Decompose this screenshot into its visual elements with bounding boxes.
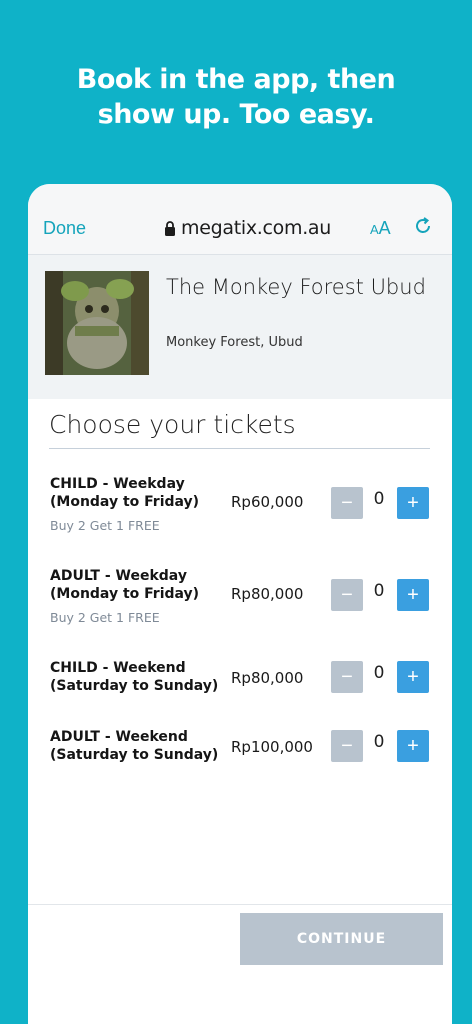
ticket-name: ADULT - Weekend (Saturday to Sunday) <box>50 729 219 763</box>
promo-headline: Book in the app, then show up. Too easy. <box>0 62 472 132</box>
event-location: Monkey Forest, Ubud <box>166 335 303 350</box>
reload-icon[interactable] <box>412 215 434 237</box>
ticket-promo: Buy 2 Get 1 FREE <box>50 518 160 533</box>
text-size-small: A <box>370 222 379 237</box>
event-image <box>45 271 149 375</box>
phone-screen: Done megatix.com.au AA The Monkey Forest… <box>28 184 452 1024</box>
browser-bar: Done megatix.com.au AA <box>28 184 452 255</box>
decrease-button[interactable]: − <box>331 487 363 519</box>
increase-button[interactable]: + <box>397 579 429 611</box>
section-divider <box>49 448 430 449</box>
ticket-price: Rp80,000 <box>231 669 304 687</box>
increase-button[interactable]: + <box>397 730 429 762</box>
ticket-name: CHILD - Weekend (Saturday to Sunday) <box>50 660 219 694</box>
ticket-price: Rp100,000 <box>231 738 313 756</box>
footer-divider <box>28 904 452 905</box>
decrease-button[interactable]: − <box>331 730 363 762</box>
headline-line-1: Book in the app, then <box>76 64 396 95</box>
text-size-large: A <box>378 218 391 238</box>
ticket-quantity: 0 <box>373 489 385 509</box>
ticket-quantity: 0 <box>373 663 385 683</box>
ticket-promo: Buy 2 Get 1 FREE <box>50 610 160 625</box>
ticket-price: Rp60,000 <box>231 493 304 511</box>
event-title: The Monkey Forest Ubud <box>166 275 426 299</box>
headline-line-2: show up. Too easy. <box>97 99 375 130</box>
ticket-price: Rp80,000 <box>231 585 304 603</box>
done-button[interactable]: Done <box>43 218 86 239</box>
text-size-button[interactable]: AA <box>370 218 391 239</box>
ticket-quantity: 0 <box>373 581 385 601</box>
ticket-name: ADULT - Weekday (Monday to Friday) <box>50 568 200 602</box>
decrease-button[interactable]: − <box>331 579 363 611</box>
increase-button[interactable]: + <box>397 487 429 519</box>
section-title: Choose your tickets <box>49 410 296 439</box>
decrease-button[interactable]: − <box>331 661 363 693</box>
lock-icon <box>165 221 175 236</box>
ticket-quantity: 0 <box>373 732 385 752</box>
ticket-name: CHILD - Weekday (Monday to Friday) <box>50 476 200 510</box>
increase-button[interactable]: + <box>397 661 429 693</box>
event-header: The Monkey Forest Ubud Monkey Forest, Ub… <box>28 255 452 399</box>
continue-button[interactable]: CONTINUE <box>240 913 443 965</box>
url-field[interactable]: megatix.com.au <box>181 217 331 239</box>
